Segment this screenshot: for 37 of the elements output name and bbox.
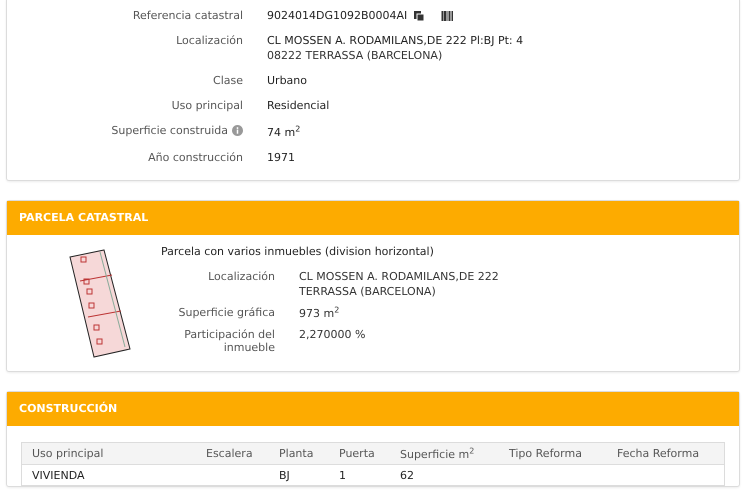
- field-value: TERRASSA (BARCELONA): [299, 284, 437, 298]
- field-label: Localización: [176, 34, 243, 47]
- field-value: Residencial: [267, 99, 330, 112]
- table-cell-text: 1: [338, 468, 347, 484]
- field-value: CL MOSSEN A. RODAMILANS,DE 222 Pl:BJ Pt: 4: [267, 34, 524, 47]
- copy-icon[interactable]: [413, 10, 426, 22]
- field-label: Participación del inmueble: [183, 328, 275, 354]
- field-label: Localización: [208, 270, 275, 283]
- field-value: 2,270000 %: [299, 328, 366, 342]
- table-cell-text: BJ: [278, 468, 291, 484]
- field-label: Superficie gráfica: [178, 306, 275, 319]
- column-header: Planta: [278, 446, 314, 462]
- parcel-description: Parcela con varios inmuebles (division horizontal): [161, 244, 435, 258]
- column-header: Puerta: [338, 446, 376, 462]
- field-value: 74 m$^{2}$: [267, 124, 300, 139]
- field-value: 9024014DG1092B0004AI: [267, 9, 408, 22]
- field-value: 1971: [267, 150, 295, 164]
- column-header: Uso principal: [31, 446, 104, 462]
- table-cell-text: 62: [399, 468, 415, 484]
- field-label: Superficie construida: [111, 124, 228, 137]
- field-value: Urbano: [267, 74, 307, 87]
- section-title: PARCELA CATASTRAL: [19, 211, 148, 224]
- column-header: Superficie m$^{2}$: [399, 446, 476, 464]
- field-value: CL MOSSEN A. RODAMILANS,DE 222: [299, 270, 499, 283]
- field-label: Referencia catastral: [132, 9, 243, 22]
- field-label: Año construcción: [148, 150, 243, 164]
- field-value: 973 m$^{2}$: [299, 306, 340, 320]
- barcode-icon[interactable]: [441, 10, 454, 22]
- table-cell-text: VIVIENDA: [31, 468, 86, 484]
- field-label: Clase: [213, 74, 243, 87]
- info-icon[interactable]: [232, 125, 243, 136]
- column-header: Fecha Reforma: [616, 446, 700, 462]
- column-header: Tipo Reforma: [508, 446, 583, 462]
- field-value: 08222 TERRASSA (BARCELONA): [267, 49, 444, 62]
- field-label: Uso principal: [172, 99, 243, 112]
- section-title: CONSTRUCCIÓN: [19, 402, 118, 416]
- column-header: Escalera: [205, 446, 254, 462]
